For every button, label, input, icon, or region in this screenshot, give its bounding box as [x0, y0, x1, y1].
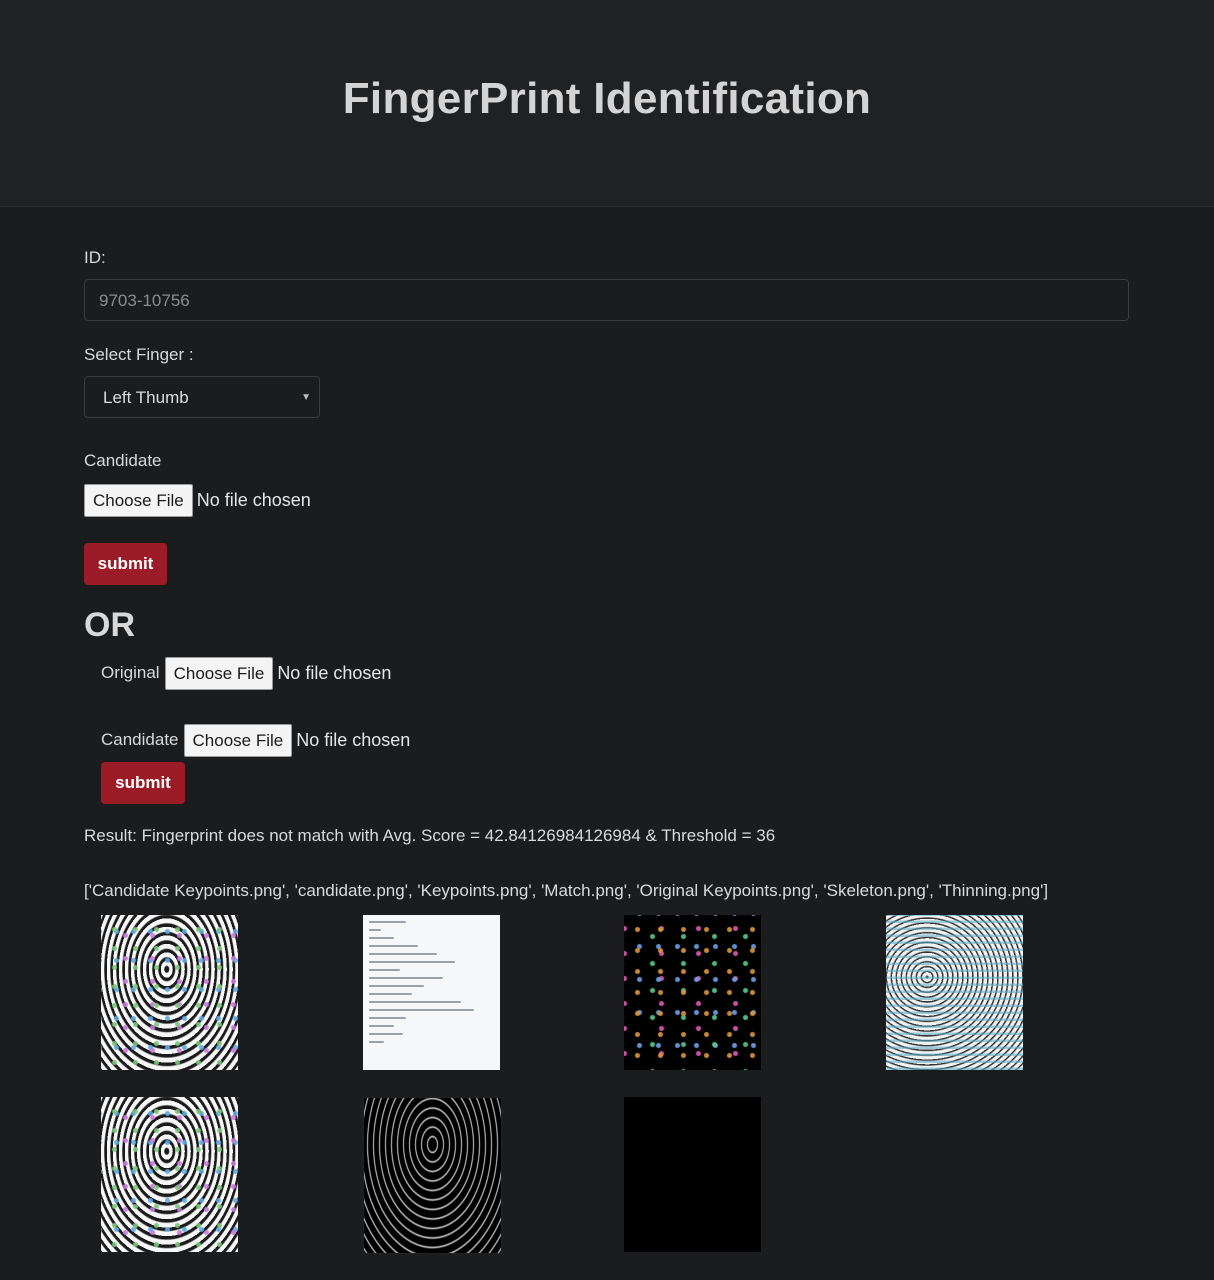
- submit-button[interactable]: submit: [84, 543, 167, 585]
- candidate-label: Candidate: [84, 451, 162, 470]
- finger-select-value: Left Thumb: [103, 388, 189, 407]
- original-no-file-text: No file chosen: [277, 662, 392, 683]
- page-header: FingerPrint Identification: [0, 0, 1214, 207]
- result-text: Result: Fingerprint does not match with …: [84, 826, 776, 845]
- thinning-image: [624, 1097, 761, 1252]
- candidate-image: [363, 915, 500, 1070]
- chevron-down-icon: ▼: [301, 392, 311, 403]
- original-file-row: Original Choose File No file chosen: [101, 656, 391, 690]
- original-keypoints-image: [101, 1097, 238, 1252]
- finger-select[interactable]: Left Thumb ▼: [84, 376, 320, 418]
- select-finger-label: Select Finger :: [84, 345, 194, 364]
- no-file-text: No file chosen: [196, 489, 311, 510]
- id-label: ID:: [84, 248, 106, 267]
- submit-button-2[interactable]: submit: [101, 762, 185, 804]
- candidate-file-row: Candidate Choose File No file chosen: [101, 723, 410, 757]
- page-title: FingerPrint Identification: [342, 74, 872, 123]
- original-choose-file-button[interactable]: Choose File: [164, 656, 274, 690]
- candidate-choose-file-button[interactable]: Choose File: [183, 723, 293, 757]
- skeleton-image: [363, 1097, 502, 1254]
- or-heading: OR: [84, 606, 135, 644]
- candidate-label-2: Candidate: [101, 730, 179, 749]
- files-list-text: ['Candidate Keypoints.png', 'candidate.p…: [84, 881, 1049, 900]
- candidate-no-file-text: No file chosen: [296, 729, 411, 750]
- id-input[interactable]: 9703-10756: [84, 279, 1129, 321]
- original-label: Original: [101, 663, 160, 682]
- choose-file-button[interactable]: Choose File: [84, 483, 193, 517]
- keypoints-image: [624, 915, 761, 1070]
- match-image: [886, 915, 1023, 1070]
- candidate-file-input[interactable]: Choose File No file chosen: [84, 483, 311, 517]
- candidate-keypoints-image: [101, 915, 238, 1070]
